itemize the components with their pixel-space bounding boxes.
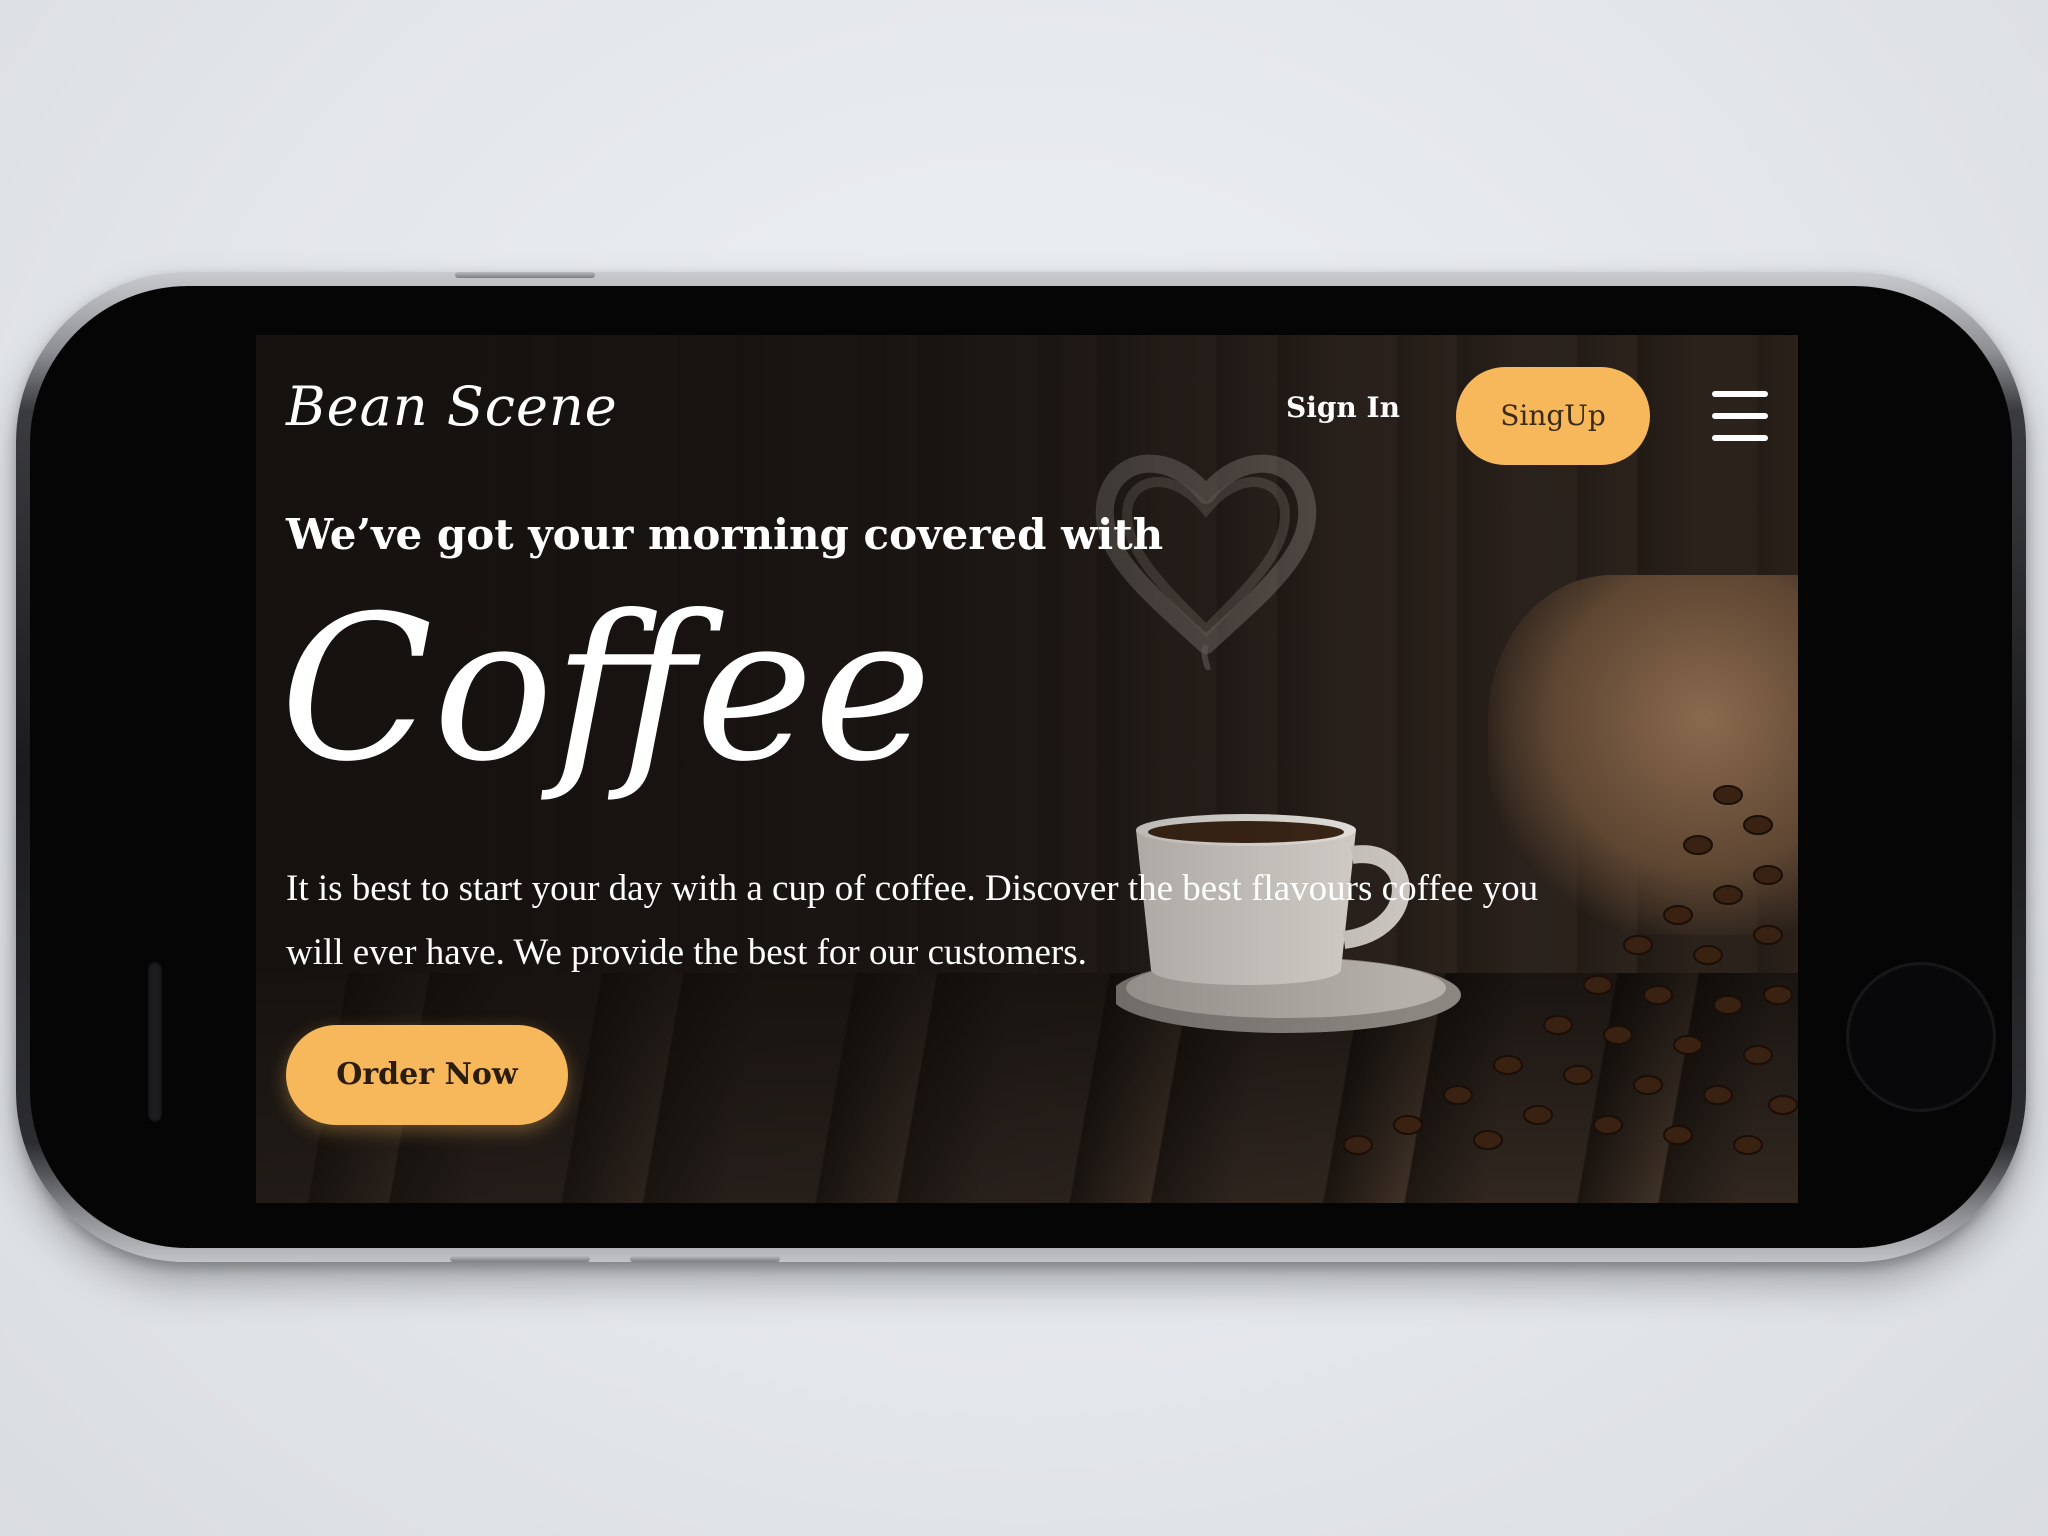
- hero-description: It is best to start your day with a cup …: [286, 868, 1539, 973]
- website-screen: Bean Scene Sign In SingUp We’ve got your…: [256, 335, 1798, 1203]
- phone-volume-button: [455, 272, 595, 278]
- menu-bar: [1712, 391, 1768, 397]
- phone-home-button: [1846, 962, 1996, 1112]
- phone-volume-button-2: [450, 1256, 590, 1262]
- brand-logo[interactable]: Bean Scene: [286, 375, 618, 438]
- menu-bar: [1712, 435, 1768, 441]
- hamburger-menu-icon[interactable]: [1712, 391, 1768, 441]
- sign-in-link[interactable]: Sign In: [1286, 391, 1400, 424]
- menu-bar: [1712, 413, 1768, 419]
- hero-tagline: We’ve got your morning covered with: [286, 510, 1164, 559]
- phone-speaker: [148, 962, 162, 1122]
- hero-headline: Coffee: [280, 573, 932, 806]
- sign-up-button[interactable]: SingUp: [1456, 367, 1650, 465]
- order-now-button[interactable]: Order Now: [286, 1025, 568, 1125]
- phone-power-button: [630, 1256, 780, 1262]
